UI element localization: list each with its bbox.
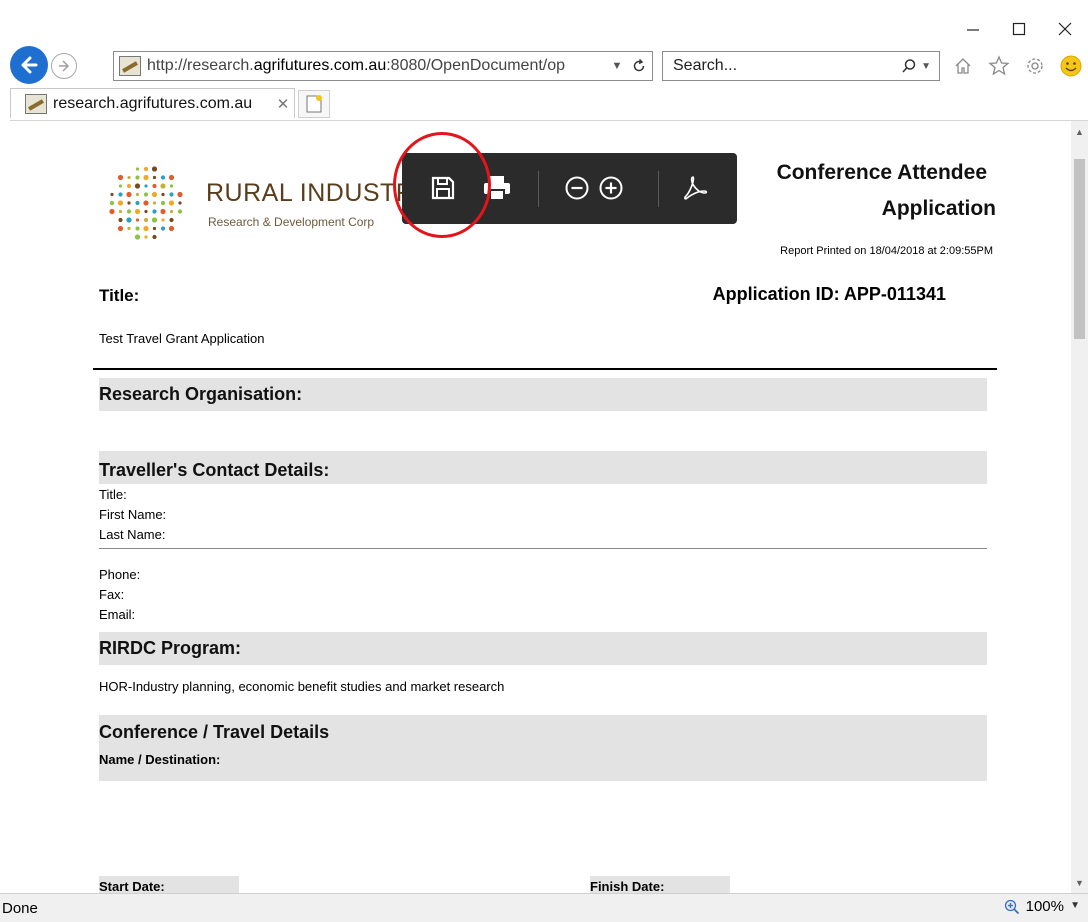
pdf-icon[interactable] — [678, 171, 712, 205]
title-label: Title: — [99, 286, 140, 305]
address-domain: agrifutures.com.au — [253, 57, 387, 74]
section-title-contact-details: Traveller's Contact Details: — [99, 460, 330, 480]
logo-name: RURAL INDUSTR — [206, 179, 415, 207]
tab-favicon-icon — [25, 93, 47, 114]
program-value: HOR-Industry planning, economic benefit … — [99, 679, 505, 694]
contact-last-name-field: Last Name: — [99, 527, 166, 542]
section-research-organisation: Research Organisation: — [99, 378, 987, 411]
browser-tools — [950, 53, 1084, 79]
window-controls — [950, 14, 1088, 44]
scroll-up-icon[interactable]: ▲ — [1071, 123, 1088, 140]
minimize-button[interactable] — [950, 14, 996, 44]
toolbar-separator — [538, 171, 539, 207]
rural-industries-logo-icon — [109, 166, 183, 240]
zoom-dropdown-icon[interactable]: ▼ — [1070, 900, 1080, 911]
name-destination-label: Name / Destination: — [99, 752, 221, 767]
new-tab-icon — [306, 95, 322, 113]
zoom-in-icon[interactable] — [594, 171, 628, 205]
forward-button[interactable] — [51, 53, 77, 79]
application-id: Application ID: APP-011341 — [712, 284, 946, 304]
back-arrow-icon — [21, 56, 38, 74]
site-favicon-icon — [119, 56, 141, 76]
section-title-conference-travel: Conference / Travel Details — [99, 722, 330, 742]
maximize-icon — [1012, 22, 1026, 36]
refresh-button[interactable] — [626, 58, 652, 74]
divider — [93, 368, 997, 370]
close-button[interactable] — [1042, 14, 1088, 44]
home-icon[interactable] — [950, 53, 976, 79]
address-dropdown-icon[interactable]: ▼ — [608, 60, 626, 72]
address-bar[interactable]: http://research.agrifutures.com.au:8080/… — [113, 51, 653, 81]
maximize-button[interactable] — [996, 14, 1042, 44]
title-value: Test Travel Grant Application — [99, 331, 265, 346]
section-contact-details: Traveller's Contact Details: — [99, 451, 987, 484]
contact-phone-field: Phone: — [99, 567, 141, 582]
contact-title-field: Title: — [99, 487, 127, 502]
new-tab-button[interactable] — [298, 90, 330, 118]
section-title-rirdc-program: RIRDC Program: — [99, 638, 242, 658]
contact-email-field: Email: — [99, 607, 136, 622]
favorites-star-icon[interactable] — [986, 53, 1012, 79]
tab-close-icon[interactable]: ✕ — [272, 95, 294, 113]
tab-label: research.agrifutures.com.au — [53, 94, 253, 112]
scroll-down-icon[interactable]: ▼ — [1071, 874, 1088, 891]
settings-gear-icon[interactable] — [1022, 53, 1048, 79]
address-suffix: :8080/OpenDocument/op — [386, 57, 566, 74]
minimize-icon — [967, 29, 979, 31]
navigation-bar: http://research.agrifutures.com.au:8080/… — [0, 44, 1088, 86]
report-printed-timestamp: Report Printed on 18/04/2018 at 2:09:55P… — [780, 245, 993, 257]
back-button[interactable] — [10, 46, 48, 84]
logo-subtitle: Research & Development Corp — [208, 215, 375, 229]
vertical-scrollbar[interactable]: ▲ ▼ — [1071, 121, 1088, 893]
section-title-research-organisation: Research Organisation: — [99, 384, 303, 404]
contact-fax-field: Fax: — [99, 587, 125, 602]
zoom-out-icon[interactable] — [560, 171, 594, 205]
start-date-label: Start Date: — [99, 876, 239, 893]
search-icon[interactable] — [901, 58, 917, 74]
tab-research-agrifutures[interactable]: research.agrifutures.com.au ✕ — [10, 88, 295, 118]
refresh-icon — [633, 58, 645, 72]
address-text[interactable]: http://research.agrifutures.com.au:8080/… — [147, 57, 608, 75]
contact-first-name-field: First Name: — [99, 507, 167, 522]
page-viewport: RURAL INDUSTR Research & Development Cor… — [10, 120, 1088, 893]
status-bar: Done 100% ▼ — [0, 893, 1088, 922]
address-prefix: http://research. — [147, 57, 254, 74]
status-text: Done — [2, 900, 38, 917]
search-field[interactable]: Search... ▼ — [662, 51, 940, 81]
save-highlight-circle — [393, 132, 491, 238]
toolbar-separator — [658, 171, 659, 207]
contact-divider — [99, 548, 987, 549]
report-title-line2: Application — [881, 197, 996, 220]
close-icon — [1058, 22, 1072, 36]
section-conference-travel: Conference / Travel Details Name / Desti… — [99, 715, 987, 781]
zoom-magnifier-icon — [1004, 899, 1019, 914]
smiley-feedback-icon[interactable] — [1058, 53, 1084, 79]
forward-arrow-icon — [59, 60, 70, 72]
section-rirdc-program: RIRDC Program: — [99, 632, 987, 665]
scroll-thumb[interactable] — [1074, 159, 1085, 339]
zoom-control[interactable]: 100% — [1004, 898, 1064, 915]
search-dropdown-icon[interactable]: ▼ — [921, 61, 931, 72]
zoom-level: 100% — [1025, 898, 1064, 915]
report-document: RURAL INDUSTR Research & Development Cor… — [10, 121, 1071, 893]
search-placeholder: Search... — [673, 57, 738, 74]
finish-date-label: Finish Date: — [590, 876, 730, 893]
report-title-line1: Conference Attendee — [776, 161, 987, 184]
tab-bar: research.agrifutures.com.au ✕ — [0, 86, 1088, 120]
